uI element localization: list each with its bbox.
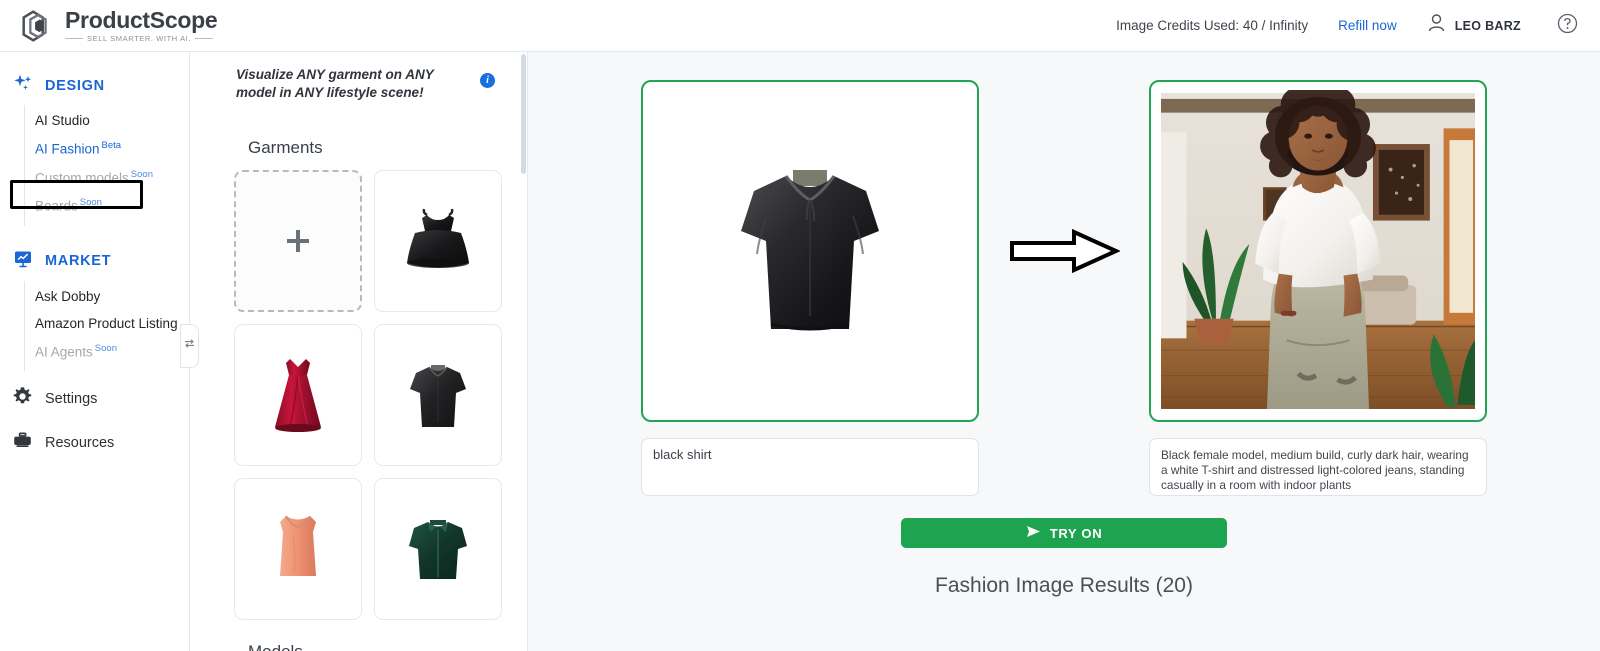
sidebar: DESIGN AI Studio AI Fashion Beta Custom m… bbox=[0, 52, 199, 651]
collapse-arrows-icon bbox=[183, 337, 196, 355]
sidebar-collapse-toggle[interactable] bbox=[180, 324, 199, 368]
sidebar-item-resources-label: Resources bbox=[45, 435, 115, 451]
user-name: LEO BARZ bbox=[1454, 18, 1521, 33]
sidebar-item-ask-dobby[interactable]: Ask Dobby bbox=[25, 283, 189, 310]
try-on-button[interactable]: TRY ON bbox=[901, 518, 1227, 548]
sidebar-group-market-label: MARKET bbox=[45, 253, 112, 269]
sidebar-item-settings-label: Settings bbox=[45, 391, 98, 407]
sidebar-item-boards-label: Boards bbox=[35, 198, 78, 214]
sidebar-item-amazon-product-listing[interactable]: Amazon Product Listing bbox=[25, 310, 189, 337]
try-on-button-label: TRY ON bbox=[1049, 525, 1103, 541]
info-icon[interactable]: i bbox=[480, 73, 495, 88]
chart-board-icon bbox=[12, 248, 34, 275]
garment-preview-card[interactable] bbox=[641, 80, 979, 422]
panel-scrollbar[interactable] bbox=[521, 54, 526, 174]
sidebar-item-ai-studio[interactable]: AI Studio bbox=[25, 107, 189, 134]
model-result-card[interactable] bbox=[1149, 80, 1487, 422]
sidebar-group-design[interactable]: DESIGN bbox=[0, 66, 189, 105]
person-icon bbox=[1427, 13, 1446, 38]
sidebar-market-children: Ask Dobby Amazon Product Listing AI Agen… bbox=[24, 280, 189, 371]
garment-tile-peach-tank-top[interactable] bbox=[234, 478, 362, 621]
sidebar-item-resources[interactable]: Resources bbox=[0, 421, 189, 465]
add-garment-tile[interactable] bbox=[234, 170, 362, 313]
brand-tagline-row: SELL SMARTER. WITH AI. bbox=[65, 35, 217, 43]
question-circle-icon[interactable] bbox=[1557, 13, 1578, 39]
briefcase-icon bbox=[12, 430, 33, 456]
header-right-group: Image Credits Used: 40 / Infinity Refill… bbox=[1116, 13, 1578, 39]
garment-tile-black-dress[interactable] bbox=[374, 170, 502, 313]
sidebar-item-ai-agents-label: AI Agents bbox=[35, 344, 93, 359]
badge-soon-boards: Soon bbox=[79, 197, 102, 208]
garments-section-title: Garments bbox=[248, 138, 323, 158]
garments-panel: Visualize ANY garment on ANY model in AN… bbox=[190, 52, 528, 651]
peach-tank-top-image bbox=[280, 516, 316, 577]
badge-soon-custom-models: Soon bbox=[130, 168, 153, 180]
sidebar-group-design-label: DESIGN bbox=[45, 77, 105, 94]
image-credits-label: Image Credits Used: 40 / Infinity bbox=[1116, 18, 1309, 33]
send-icon bbox=[1026, 525, 1041, 541]
brand-name: ProductScope bbox=[65, 6, 218, 33]
brand-text-block: ProductScope SELL SMARTER. WITH AI. bbox=[65, 6, 218, 43]
tagline-rule-right bbox=[195, 38, 214, 39]
model-result-image bbox=[1161, 90, 1475, 409]
result-column: Black female model, medium build, curly … bbox=[1149, 80, 1487, 496]
sidebar-item-custom-models-label: Custom models bbox=[35, 170, 129, 185]
brand-tagline: SELL SMARTER. WITH AI. bbox=[87, 33, 192, 43]
model-figure bbox=[1255, 90, 1381, 409]
garment-preview-image bbox=[741, 170, 879, 331]
badge-soon-ai-agents: Soon bbox=[94, 342, 117, 354]
garment-prompt-input[interactable]: black shirt bbox=[641, 438, 979, 496]
fashion-results-title: Fashion Image Results (20) bbox=[935, 574, 1193, 597]
black-blouse-image bbox=[410, 365, 466, 428]
app-root: ProductScope SELL SMARTER. WITH AI. Imag… bbox=[0, 0, 1600, 651]
sidebar-design-children: AI Studio AI Fashion Beta Custom models So… bbox=[24, 105, 189, 226]
garments-grid bbox=[234, 170, 509, 621]
compare-row: black shirt Black female model, medium b… bbox=[528, 80, 1600, 496]
sidebar-item-boards[interactable]: Boards Soon bbox=[25, 191, 189, 220]
sidebar-item-ai-fashion-label: AI Fashion bbox=[35, 141, 100, 157]
badge-beta: Beta bbox=[101, 140, 122, 151]
body-row: DESIGN AI Studio AI Fashion Beta Custom m… bbox=[0, 52, 1600, 651]
productscope-logo-icon bbox=[18, 7, 56, 45]
user-menu[interactable]: LEO BARZ bbox=[1427, 13, 1521, 38]
red-gown-image bbox=[275, 359, 321, 433]
app-header: ProductScope SELL SMARTER. WITH AI. Imag… bbox=[0, 0, 1600, 52]
sidebar-item-amazon-product-listing-label: Amazon Product Listing bbox=[35, 315, 178, 331]
sidebar-group-market[interactable]: MARKET bbox=[0, 242, 189, 281]
plus-icon bbox=[287, 230, 309, 253]
gear-icon bbox=[12, 386, 33, 412]
sidebar-item-ai-agents[interactable]: AI Agents Soon bbox=[25, 337, 189, 366]
sparkles-icon bbox=[12, 72, 34, 99]
models-section-title: Models bbox=[248, 642, 509, 651]
garment-tile-green-shirt[interactable] bbox=[374, 478, 502, 621]
garment-tile-black-blouse[interactable] bbox=[374, 324, 502, 467]
garment-tile-red-gown[interactable] bbox=[234, 324, 362, 467]
main-content: black shirt Black female model, medium b… bbox=[528, 52, 1600, 651]
sidebar-item-settings[interactable]: Settings bbox=[0, 377, 189, 421]
sidebar-item-ai-studio-label: AI Studio bbox=[35, 113, 90, 128]
sidebar-item-ai-fashion[interactable]: AI Fashion Beta bbox=[25, 134, 189, 163]
transform-arrow bbox=[979, 80, 1149, 422]
black-dress-image bbox=[407, 209, 469, 269]
refill-now-link[interactable]: Refill now bbox=[1338, 18, 1397, 33]
green-shirt-image bbox=[409, 520, 467, 580]
sidebar-item-ask-dobby-label: Ask Dobby bbox=[35, 288, 101, 304]
actions-row: TRY ON Fashion Image Results (20) bbox=[901, 496, 1227, 598]
right-arrow-icon bbox=[1010, 228, 1120, 274]
model-prompt-input[interactable]: Black female model, medium build, curly … bbox=[1149, 438, 1487, 496]
sidebar-item-custom-models[interactable]: Custom models Soon bbox=[25, 163, 189, 192]
source-column: black shirt bbox=[641, 80, 979, 496]
panel-tagline: Visualize ANY garment on ANY model in AN… bbox=[236, 67, 434, 101]
tagline-rule-left bbox=[65, 38, 83, 39]
brand-logo[interactable]: ProductScope SELL SMARTER. WITH AI. bbox=[18, 6, 218, 45]
